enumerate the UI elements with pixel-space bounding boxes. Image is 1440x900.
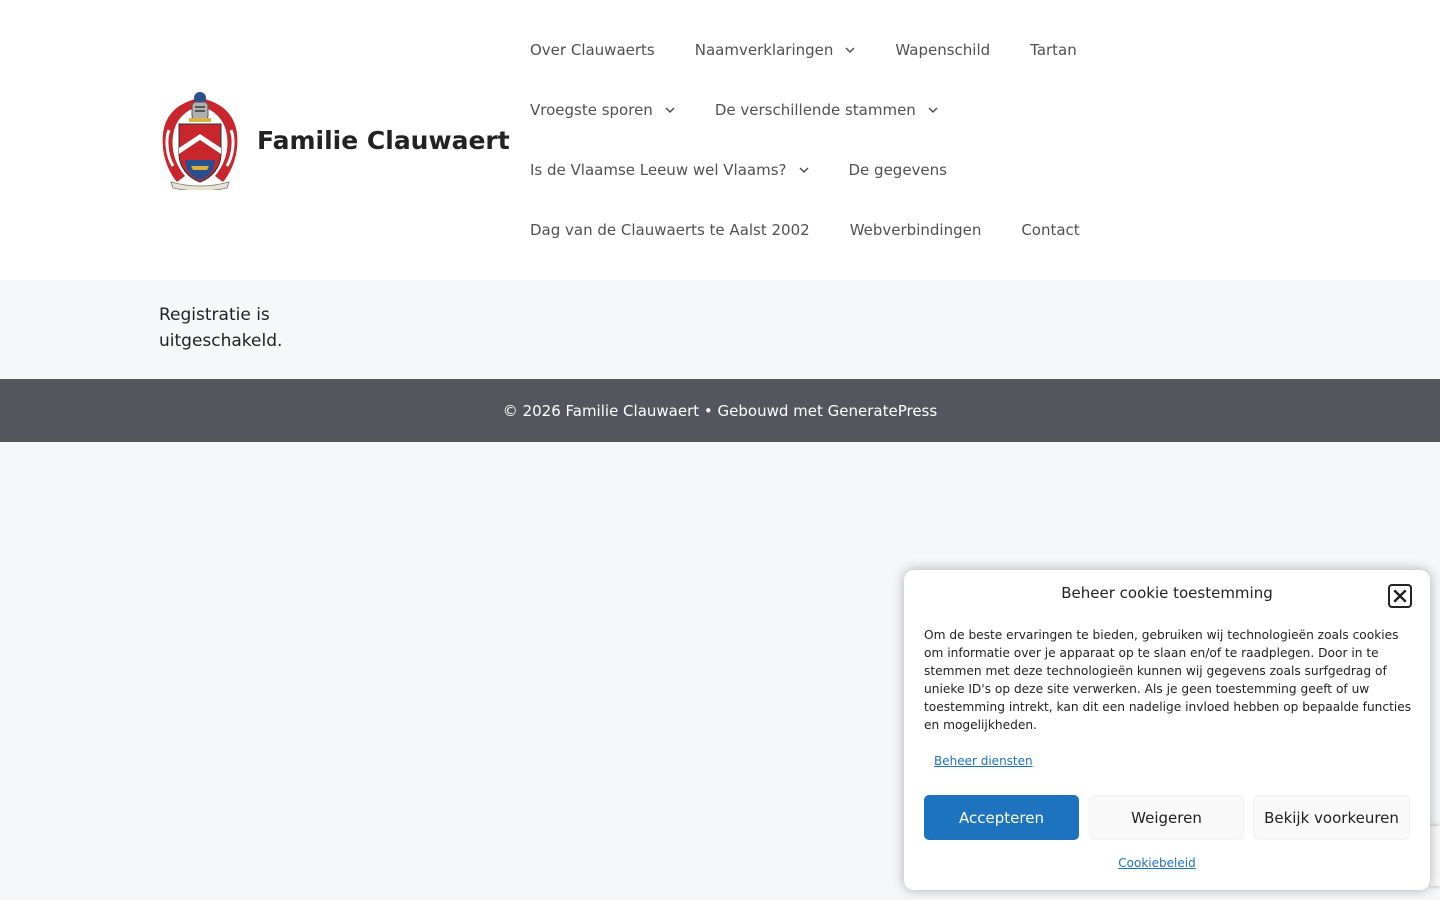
nav-item-tartan[interactable]: Tartan: [1010, 20, 1097, 80]
registration-disabled-message: Registratie is uitgeschakeld.: [159, 305, 283, 351]
nav-item-label: Webverbindingen: [849, 221, 982, 239]
nav-item-label: Tartan: [1030, 41, 1077, 59]
close-icon[interactable]: [1388, 584, 1412, 608]
generatepress-link[interactable]: GeneratePress: [828, 402, 938, 420]
nav-item-vroegste-sporen[interactable]: Vroegste sporen: [510, 80, 695, 140]
site-header: Familie Clauwaert Over Clauwaerts Naamve…: [0, 0, 1440, 280]
nav-item-webverbindingen[interactable]: Webverbindingen: [830, 200, 1002, 260]
nav-item-de-gegevens[interactable]: De gegevens: [829, 140, 967, 200]
recaptcha-badge[interactable]: [1430, 826, 1440, 886]
view-preferences-button[interactable]: Bekijk voorkeuren: [1253, 795, 1410, 840]
nav-item-over-clauwaerts[interactable]: Over Clauwaerts: [510, 20, 675, 80]
nav-row: Is de Vlaamse Leeuw wel Vlaams? De gegev…: [510, 140, 1110, 200]
site-title[interactable]: Familie Clauwaert: [257, 126, 510, 155]
chevron-down-icon: [798, 165, 809, 175]
cookie-consent-banner: Beheer cookie toestemming Om de beste er…: [904, 570, 1430, 890]
accept-button[interactable]: Accepteren: [924, 795, 1079, 840]
footer-copyright: © 2026 Familie Clauwaert: [502, 401, 700, 420]
nav-item-label: Vroegste sporen: [530, 101, 653, 119]
chevron-down-icon: [845, 45, 855, 55]
cookie-banner-title: Beheer cookie toestemming: [1061, 584, 1273, 602]
coat-of-arms-logo[interactable]: [159, 90, 241, 190]
nav-item-vlaamse-leeuw[interactable]: Is de Vlaamse Leeuw wel Vlaams?: [510, 140, 829, 200]
nav-item-wapenschild[interactable]: Wapenschild: [875, 20, 1010, 80]
footer-built-with: Gebouwd met: [717, 401, 828, 420]
site-branding: Familie Clauwaert: [159, 90, 510, 190]
deny-button[interactable]: Weigeren: [1089, 795, 1244, 840]
footer-separator: •: [699, 401, 718, 420]
nav-item-label: Is de Vlaamse Leeuw wel Vlaams?: [530, 161, 787, 179]
main-content: Registratie is uitgeschakeld.: [159, 302, 359, 354]
nav-item-label: Over Clauwaerts: [530, 41, 655, 59]
nav-item-de-verschillende-stammen[interactable]: De verschillende stammen: [695, 80, 958, 140]
site-footer: © 2026 Familie Clauwaert • Gebouwd met G…: [0, 379, 1440, 442]
nav-item-label: Naamverklaringen: [694, 41, 834, 59]
nav-row: Dag van de Clauwaerts te Aalst 2002 Webv…: [510, 200, 1110, 260]
chevron-down-icon: [928, 105, 938, 115]
nav-item-dag-van-de-clauwaerts[interactable]: Dag van de Clauwaerts te Aalst 2002: [510, 200, 830, 260]
nav-item-label: Dag van de Clauwaerts te Aalst 2002: [530, 221, 810, 239]
nav-item-label: De gegevens: [848, 161, 947, 179]
nav-item-contact[interactable]: Contact: [1001, 200, 1099, 260]
cookie-policy-link[interactable]: Cookiebeleid: [904, 856, 1410, 870]
nav-item-label: Wapenschild: [895, 41, 991, 59]
manage-services-link[interactable]: Beheer diensten: [934, 754, 1033, 768]
nav-row: Over Clauwaerts Naamverklaringen Wapensc…: [510, 20, 1110, 80]
nav-item-naamverklaringen[interactable]: Naamverklaringen: [675, 20, 876, 80]
main-navigation: Over Clauwaerts Naamverklaringen Wapensc…: [510, 20, 1110, 260]
nav-row: Vroegste sporen De verschillende stammen: [510, 80, 1110, 140]
cookie-message: Om de beste ervaringen te bieden, gebrui…: [924, 628, 1412, 732]
nav-item-label: De verschillende stammen: [714, 101, 916, 119]
nav-item-label: Contact: [1021, 221, 1080, 239]
chevron-down-icon: [665, 105, 675, 115]
